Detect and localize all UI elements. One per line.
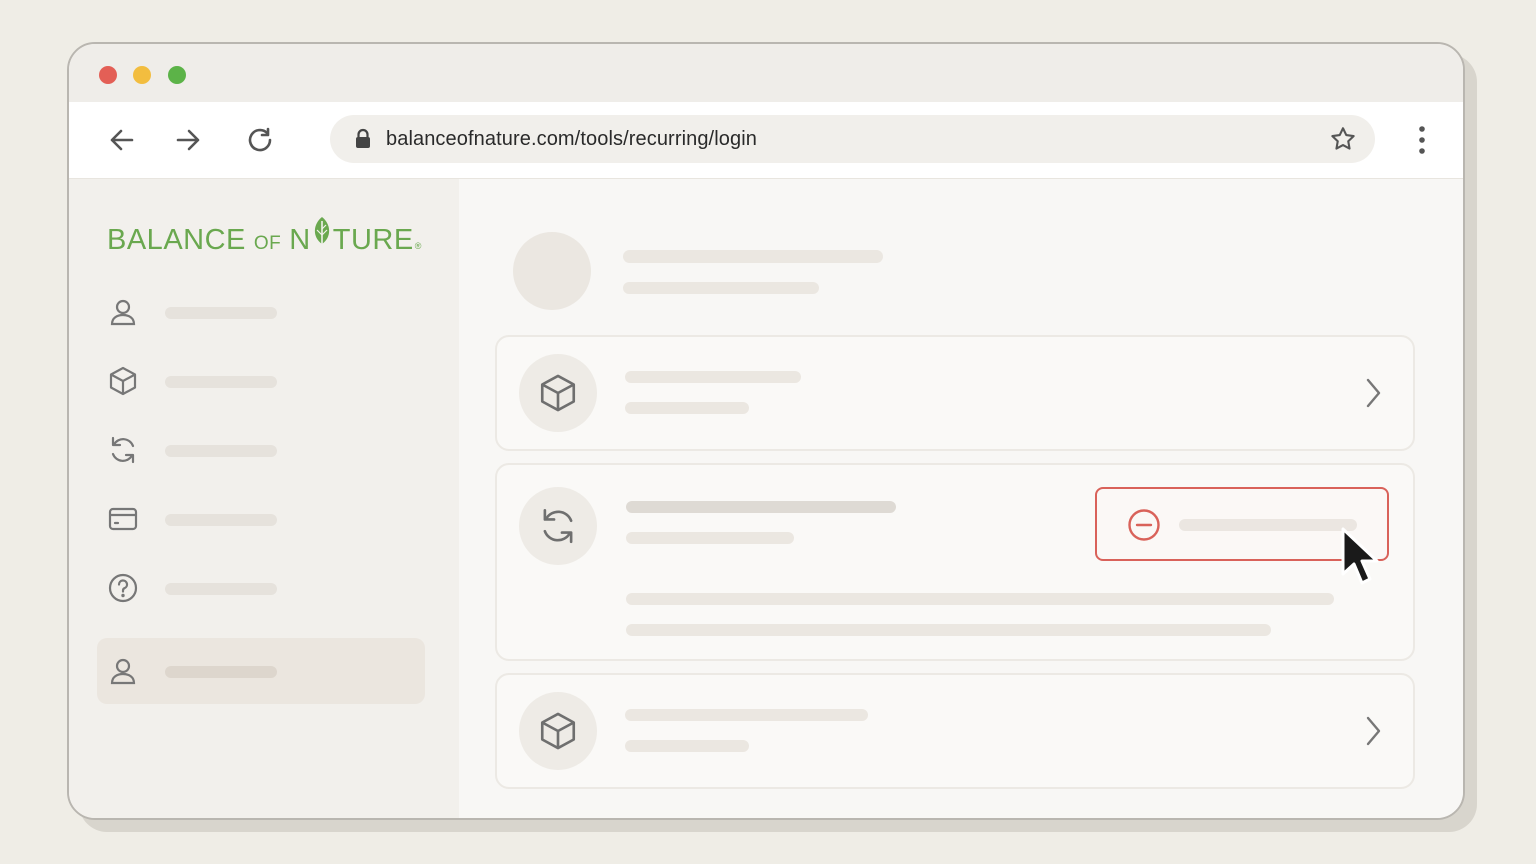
minus-circle-icon <box>1128 509 1160 541</box>
sidebar-item-help[interactable] <box>97 555 425 621</box>
reload-button[interactable] <box>240 120 280 160</box>
card-icon-circle <box>519 692 597 770</box>
help-icon <box>108 573 138 603</box>
user-icon <box>110 658 136 685</box>
back-button[interactable] <box>102 120 142 160</box>
box-icon <box>540 712 576 750</box>
url-text[interactable]: balanceofnature.com/tools/recurring/logi… <box>386 115 757 163</box>
box-icon <box>109 366 137 396</box>
order-card[interactable] <box>495 673 1415 789</box>
card-subtitle-placeholder <box>625 402 749 414</box>
chevron-right-icon <box>1366 716 1381 746</box>
subscription-detail-line <box>626 624 1271 636</box>
card-icon-circle <box>519 354 597 432</box>
cancel-button-label-placeholder <box>1179 519 1357 531</box>
minimize-window-button[interactable] <box>133 66 151 84</box>
bookmark-star-icon[interactable] <box>1329 125 1357 153</box>
credit-card-icon <box>108 507 138 531</box>
title-bar <box>69 44 1463 102</box>
user-icon <box>110 299 136 326</box>
subscription-detail-line <box>626 593 1334 605</box>
order-card[interactable] <box>495 335 1415 451</box>
maximize-window-button[interactable] <box>168 66 186 84</box>
card-title-placeholder <box>625 709 868 721</box>
profile-email-placeholder <box>623 282 819 294</box>
lock-icon <box>356 128 370 148</box>
balance-of-nature-logo[interactable]: BALANCE OF N TURE ® <box>107 215 422 256</box>
sidebar: BALANCE OF N TURE ® <box>69 179 460 818</box>
sidebar-item-label-placeholder <box>165 666 277 678</box>
box-icon <box>540 374 576 412</box>
sidebar-item-label-placeholder <box>165 376 277 388</box>
address-bar[interactable]: balanceofnature.com/tools/recurring/logi… <box>330 115 1375 163</box>
profile-name-placeholder <box>623 250 883 263</box>
sidebar-item-account[interactable] <box>97 279 425 345</box>
subscription-title-placeholder <box>626 501 896 513</box>
main-content <box>459 179 1463 818</box>
chevron-right-icon <box>1366 378 1381 408</box>
subscription-subtitle-placeholder <box>626 532 794 544</box>
kebab-menu-icon <box>1419 126 1425 154</box>
logo-word-of: OF <box>253 233 282 254</box>
reload-icon <box>248 127 272 152</box>
arrow-left-icon <box>110 129 134 151</box>
sidebar-item-label-placeholder <box>165 445 277 457</box>
sidebar-item-orders[interactable] <box>97 348 425 414</box>
close-window-button[interactable] <box>99 66 117 84</box>
card-icon-circle <box>519 487 597 565</box>
logo-word-ture: TURE <box>332 224 414 256</box>
arrow-right-icon <box>176 129 200 151</box>
cancel-subscription-button[interactable] <box>1095 487 1389 561</box>
browser-menu-button[interactable] <box>1407 120 1437 160</box>
logo-letter-n: N <box>289 224 311 256</box>
sidebar-item-label-placeholder <box>165 307 277 319</box>
sidebar-item-label-placeholder <box>165 583 277 595</box>
sidebar-item-label-placeholder <box>165 514 277 526</box>
forward-button[interactable] <box>168 120 208 160</box>
browser-toolbar: balanceofnature.com/tools/recurring/logi… <box>69 102 1463 179</box>
open-order-button[interactable] <box>1359 373 1387 413</box>
sidebar-item-payment[interactable] <box>97 486 425 552</box>
logo-word-balance: BALANCE <box>107 224 246 256</box>
refresh-icon <box>111 436 135 464</box>
registered-mark: ® <box>414 241 422 251</box>
refresh-icon <box>543 508 573 544</box>
open-order-button[interactable] <box>1359 711 1387 751</box>
card-subtitle-placeholder <box>625 740 749 752</box>
subscription-card <box>495 463 1415 661</box>
card-title-placeholder <box>625 371 801 383</box>
leaf-icon <box>314 217 329 248</box>
browser-window: balanceofnature.com/tools/recurring/logi… <box>67 42 1465 820</box>
profile-avatar-placeholder <box>513 232 591 310</box>
sidebar-item-subscriptions[interactable] <box>97 417 425 483</box>
sidebar-item-profile-active[interactable] <box>97 638 425 704</box>
